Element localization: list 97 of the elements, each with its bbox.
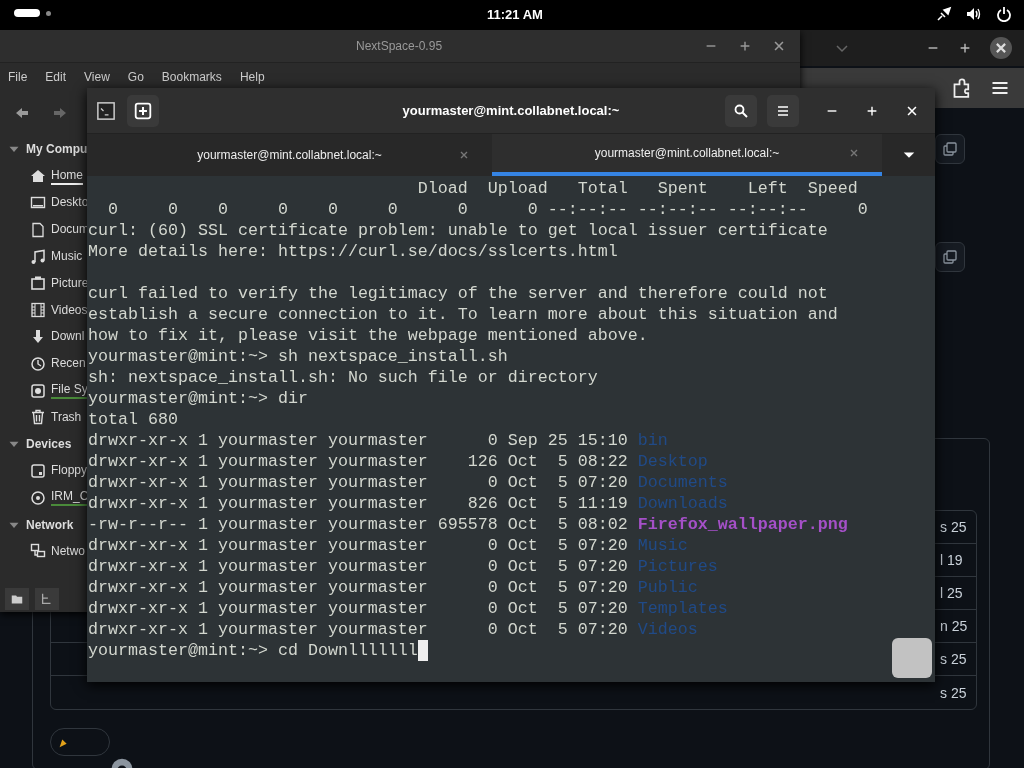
directory-name: Downloads [637, 493, 728, 514]
window-title: NextSpace-0.95 [356, 39, 443, 53]
terminal-line: drwxr-xr-x 1 yourmaster yourmaster 0 Oct 5 07:20 [88, 472, 628, 493]
places-button[interactable] [5, 587, 29, 610]
maximize-icon[interactable] [958, 41, 972, 55]
terminal-line: drwxr-xr-x 1 yourmaster yourmaster 826 Oct 5 11:19 [88, 493, 628, 514]
film-icon [30, 302, 46, 319]
trash-icon [30, 409, 46, 426]
directory-name: bin [637, 430, 668, 451]
directory-name: Templates [637, 598, 728, 619]
section-header: Network [26, 517, 74, 532]
row-date: s 25 [940, 684, 967, 701]
drive-icon [30, 382, 46, 399]
directory-name: Pictures [637, 556, 718, 577]
terminal-line: drwxr-xr-x 1 yourmaster yourmaster 0 Oct 5 07:20 [88, 577, 628, 598]
terminal-tab[interactable]: yourmaster@mint.collabnet.local:~ [87, 134, 492, 176]
terminal-line: curl: (60) SSL certificate problem: unable to get local issuer certificate [88, 220, 828, 241]
copy-button[interactable] [935, 134, 965, 164]
music-note-icon [30, 248, 46, 265]
section-header: My Compu [26, 142, 88, 157]
maximize-icon[interactable] [738, 39, 752, 53]
tree-icon [40, 591, 54, 606]
menu-item[interactable]: File [8, 70, 38, 84]
terminal-line: drwxr-xr-x 1 yourmaster yourmaster 126 Oct 5 08:22 [88, 451, 628, 472]
network-plug-icon[interactable] [936, 6, 952, 22]
workspace-dot[interactable] [46, 11, 51, 16]
clock[interactable]: 11:21 AM [487, 7, 543, 22]
download-arrow-icon [30, 328, 46, 345]
floppy-icon [30, 462, 46, 479]
terminal-line: drwxr-xr-x 1 yourmaster yourmaster 0 Oct 5 07:20 [88, 556, 628, 577]
row-date: s 25 [940, 519, 967, 535]
sidebar-item[interactable]: Downl [51, 329, 85, 345]
terminal-line: 0 0 0 0 0 0 0 0 --:--:-- --:--:-- --:--:-- 0 [107, 199, 868, 220]
sidebar-item[interactable]: Floppy [51, 463, 88, 479]
directory-name: Videos [637, 619, 698, 640]
directory-name: Music [637, 535, 688, 556]
row-date: n 25 [940, 618, 968, 634]
sidebar-item[interactable]: Picture [51, 275, 89, 291]
terminal-line: drwxr-xr-x 1 yourmaster yourmaster 0 Oct 5 07:20 [88, 535, 628, 556]
sidebar-item[interactable]: Deskto [51, 195, 89, 211]
copy-button[interactable] [935, 242, 965, 272]
directory-name: Public [637, 577, 698, 598]
close-icon[interactable] [990, 37, 1012, 59]
menu-item[interactable]: Edit [45, 70, 77, 84]
volume-icon[interactable] [966, 6, 982, 22]
terminal-line: establish a secure connection to it. To learn more about this situation and [88, 304, 838, 325]
disc-icon [30, 489, 46, 506]
network-icon [30, 543, 46, 560]
terminal-tab[interactable]: yourmaster@mint.collabnet.local:~ [492, 134, 882, 176]
clock-icon [30, 355, 46, 372]
search-icon [733, 102, 749, 119]
terminal-line: drwxr-xr-x 1 yourmaster yourmaster 0 Oct 5 07:20 [88, 619, 628, 640]
row-date: s 25 [940, 651, 967, 667]
menu-item[interactable]: View [84, 70, 120, 84]
copy-icon [942, 141, 958, 157]
sidebar-item[interactable]: Trash [51, 409, 82, 425]
terminal-line: yourmaster@mint:~> dir [88, 389, 308, 409]
puzzle-piece-icon[interactable] [952, 78, 972, 98]
section-header: Devices [26, 437, 72, 452]
sidebar-item[interactable]: Recen [51, 356, 86, 372]
terminal-icon [96, 100, 116, 121]
file-name: Firefox_wallpaper.png [637, 514, 848, 535]
search-button[interactable] [725, 94, 757, 127]
terminal-line: Dload Upload Total Spent Left Speed [416, 178, 858, 199]
plus-square-icon [134, 101, 152, 120]
terminal-line: sh: nextspace_install.sh: No such file or directory [88, 367, 598, 387]
directory-name: Desktop [637, 451, 708, 472]
power-icon[interactable] [996, 6, 1012, 22]
terminal-line: how to fix it, please visit the webpage mentioned above. [88, 325, 648, 346]
sidebar-item[interactable]: Music [51, 249, 83, 265]
new-tab-button[interactable] [127, 94, 159, 127]
tree-button[interactable] [35, 587, 59, 610]
document-icon [30, 221, 46, 238]
directory-name: Documents [637, 472, 728, 493]
row-date: l 25 [940, 585, 963, 601]
terminal-line: drwxr-xr-x 1 yourmaster yourmaster 0 Oct 5 07:20 [88, 598, 628, 619]
sidebar-item[interactable]: Home [51, 167, 83, 185]
terminal-line: -rw-r--r-- 1 yourmaster yourmaster 695578 Oct 5 08:02 [88, 514, 628, 535]
terminal-line: yourmaster@mint:~> cd Downlllllll [88, 640, 418, 661]
menu-item[interactable]: Go [127, 70, 154, 84]
menu-item[interactable]: Help [239, 70, 275, 84]
menu-item[interactable]: Bookmarks [161, 70, 232, 84]
terminal-line: More details here: https://curl.se/docs/sslcerts.html [88, 241, 618, 262]
window-title: yourmaster@mint.collabnet.local:~ [401, 103, 621, 118]
terminal-line: total 680 [88, 409, 178, 430]
terminal-line: drwxr-xr-x 1 yourmaster yourmaster 0 Sep 25 15:10 [88, 430, 628, 451]
sidebar-item[interactable]: Netwo [51, 543, 85, 559]
row-date: l 19 [940, 552, 963, 568]
home-icon [30, 168, 46, 185]
picture-icon [30, 275, 46, 292]
monitor-icon [30, 195, 46, 211]
terminal-line: curl failed to verify the legitimacy of the server and therefore could not [88, 283, 828, 304]
copy-icon [942, 249, 958, 265]
activities-indicator[interactable] [14, 9, 40, 17]
sidebar-item[interactable]: Videos [51, 302, 88, 318]
menu-button[interactable] [767, 94, 799, 127]
terminal-line: yourmaster@mint:~> sh nextspace_install.sh [88, 346, 508, 367]
